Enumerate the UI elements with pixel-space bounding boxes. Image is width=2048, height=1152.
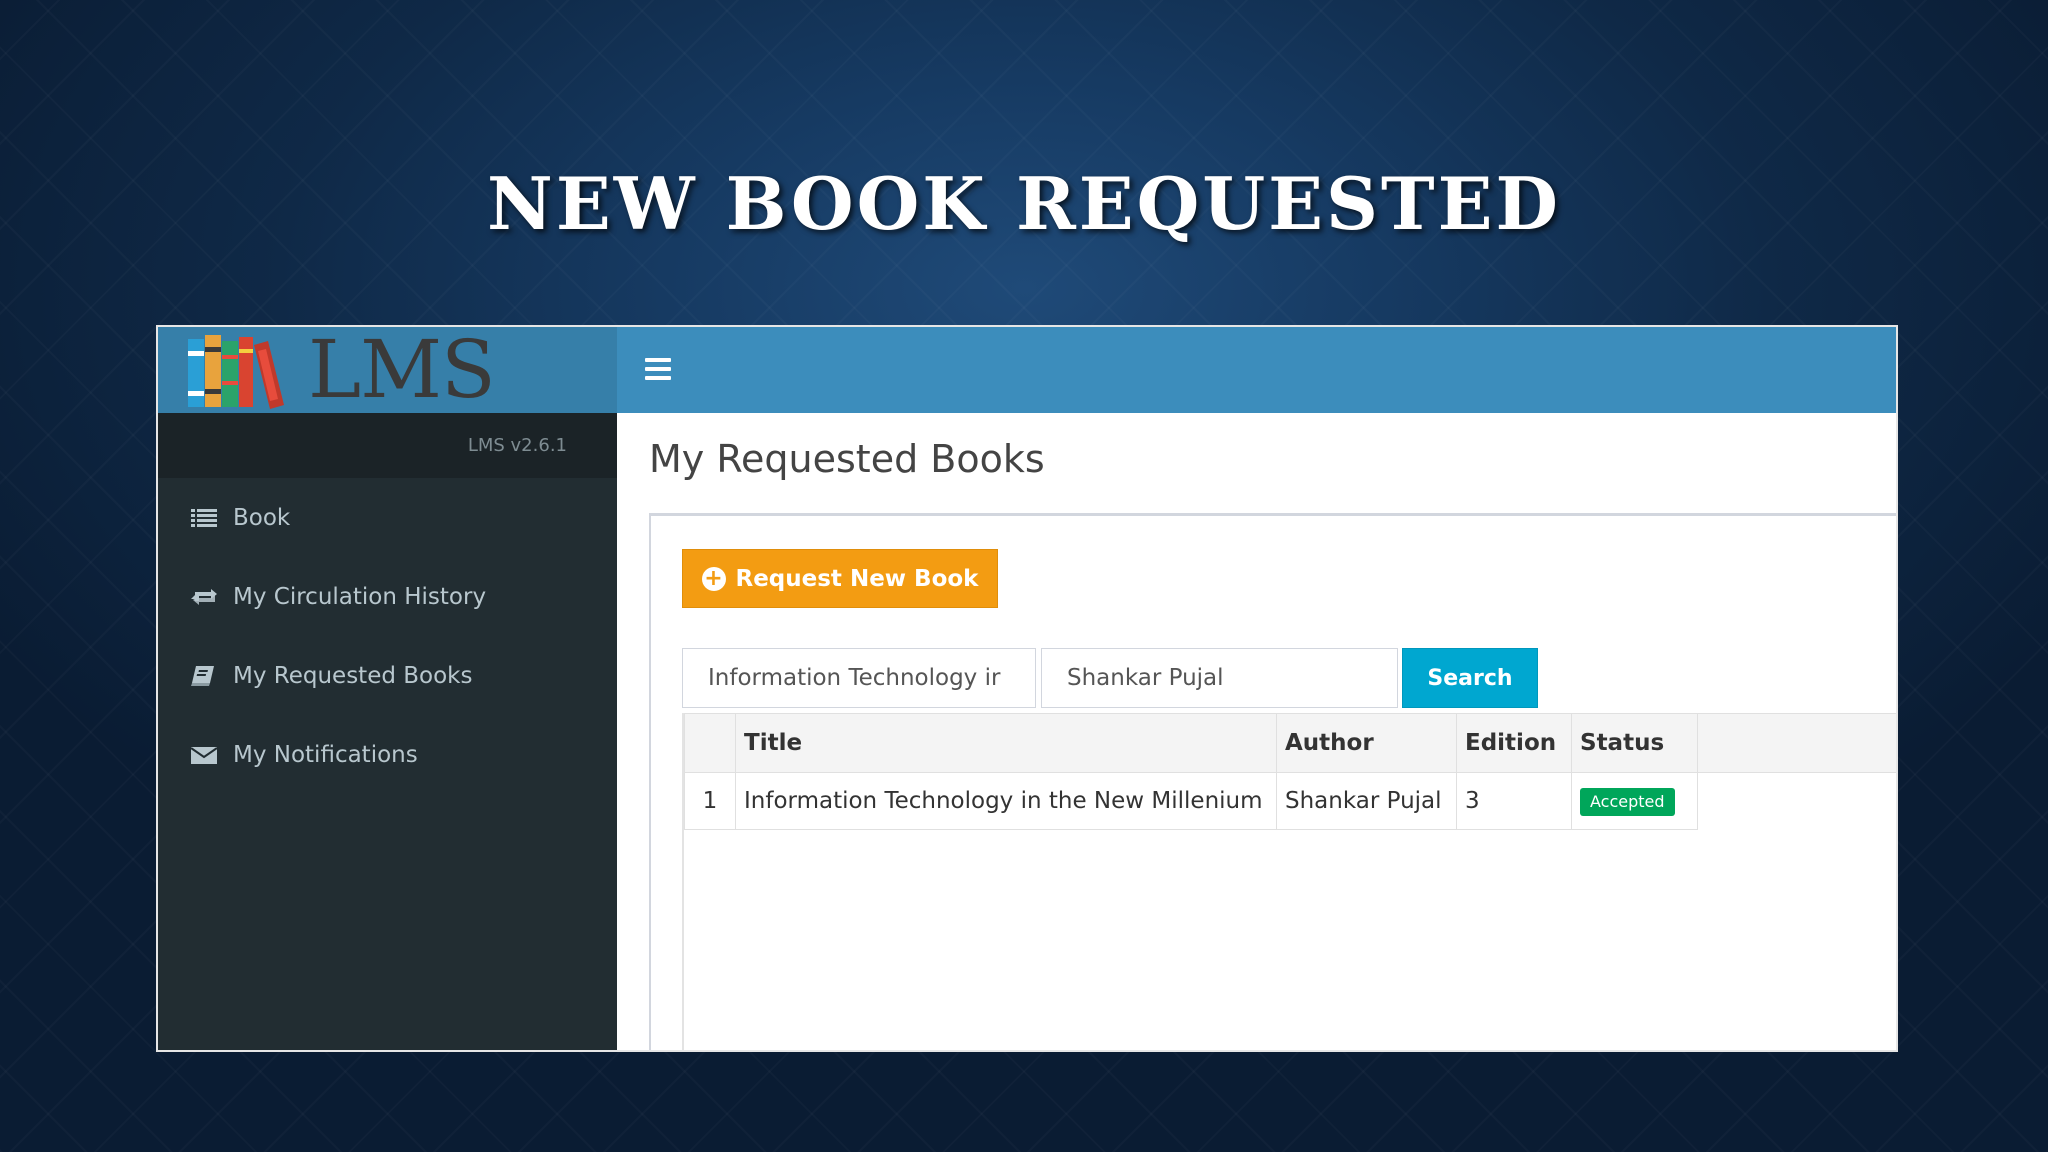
sidebar-item-circulation-history[interactable]: My Circulation History: [158, 557, 617, 636]
plus-circle-icon: +: [701, 566, 726, 591]
table-header-row: Title Author Edition Status: [684, 713, 1896, 773]
row-edition: 3: [1456, 772, 1572, 830]
sidebar-item-label: Book: [233, 504, 291, 531]
sidebar-item-label: My Requested Books: [233, 662, 473, 689]
search-button[interactable]: Search: [1402, 648, 1538, 708]
row-title: Information Technology in the New Millen…: [735, 772, 1277, 830]
column-header-filler: [1697, 713, 1896, 773]
retweet-icon: [191, 585, 219, 609]
sidebar-item-requested-books[interactable]: My Requested Books: [158, 636, 617, 715]
status-badge: Accepted: [1580, 787, 1675, 816]
column-header-edition[interactable]: Edition: [1456, 713, 1572, 773]
content-box: + Request New Book Search Title Author E…: [649, 513, 1897, 1050]
sidebar-item-label: My Notifications: [233, 741, 418, 768]
row-number: 1: [684, 772, 736, 830]
list-icon: [191, 506, 219, 530]
row-status-cell: Accepted: [1571, 772, 1698, 830]
row-filler: [1698, 773, 1897, 830]
version-label: LMS v2.6.1: [467, 435, 567, 456]
table-row[interactable]: 1 Information Technology in the New Mill…: [684, 772, 1897, 830]
page-title: My Requested Books: [649, 437, 1045, 481]
requested-books-table: Title Author Edition Status 1 Informatio…: [682, 713, 1897, 1050]
logo-area[interactable]: LMS: [158, 327, 617, 413]
envelope-icon: [191, 743, 219, 767]
sidebar-item-notifications[interactable]: My Notifications: [158, 715, 617, 794]
books-logo-icon: [188, 335, 284, 409]
row-author: Shankar Pujal: [1276, 772, 1457, 830]
slide-title: NEW BOOK REQUESTED: [487, 161, 1561, 246]
request-button-label: Request New Book: [735, 565, 979, 592]
search-author-input[interactable]: [1041, 648, 1398, 708]
column-header-status[interactable]: Status: [1571, 713, 1698, 773]
app-window: LMS LMS v2.6.1 Book My Circulation Histo…: [156, 325, 1898, 1052]
book-icon: [191, 664, 219, 688]
version-bar: LMS v2.6.1: [158, 413, 617, 478]
sidebar: LMS LMS v2.6.1 Book My Circulation Histo…: [158, 327, 617, 1050]
main-content: My Requested Books + Request New Book Se…: [617, 413, 1896, 1050]
top-navbar: [617, 327, 1896, 413]
request-new-book-button[interactable]: + Request New Book: [682, 549, 998, 608]
logo-text: LMS: [308, 325, 496, 416]
sidebar-item-label: My Circulation History: [233, 583, 487, 610]
column-header-index: [684, 713, 736, 773]
menu-toggle-icon[interactable]: [645, 358, 671, 380]
column-header-title[interactable]: Title: [735, 713, 1277, 773]
sidebar-item-book[interactable]: Book: [158, 478, 617, 557]
sidebar-menu: Book My Circulation History My Requested…: [158, 478, 617, 794]
search-title-input[interactable]: [682, 648, 1036, 708]
column-header-author[interactable]: Author: [1276, 713, 1457, 773]
